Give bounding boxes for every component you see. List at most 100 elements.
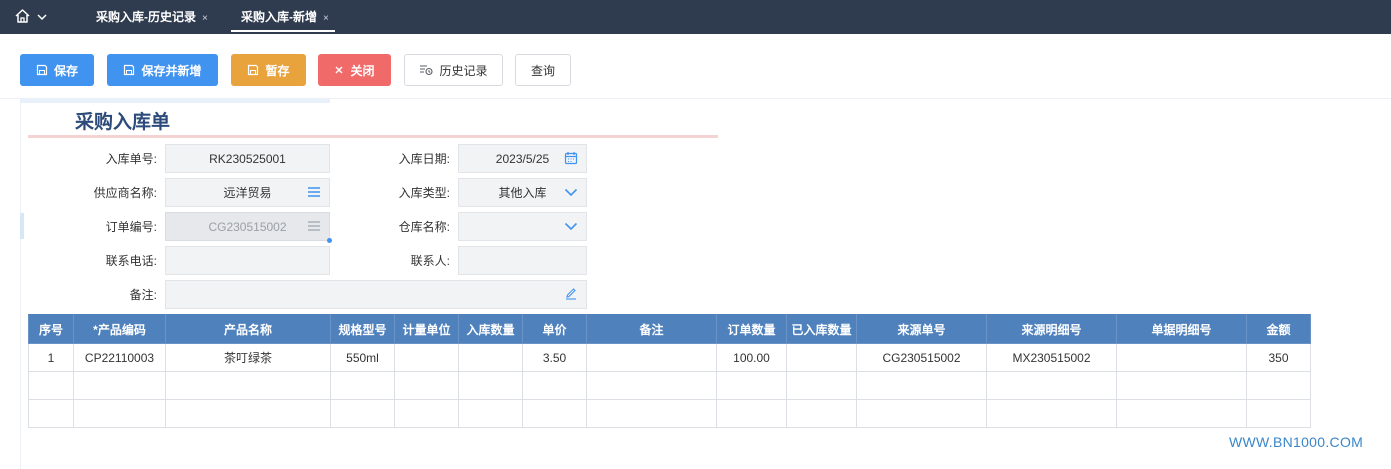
column-header[interactable]: 备注 [586,314,717,344]
table-cell[interactable] [586,371,717,400]
chevron-down-icon[interactable] [564,219,578,236]
warehouse-select[interactable] [458,212,587,241]
order-no-field[interactable]: CG230515002 [165,212,332,243]
table-cell[interactable] [586,399,717,428]
table-cell[interactable]: 1 [28,343,74,372]
table-cell[interactable] [73,399,166,428]
receipt-date-label: 入库日期: [398,152,450,166]
card-top-accent [20,99,330,103]
save-button[interactable]: 保存 [20,54,94,86]
tab-history[interactable]: 采购入库-历史记录 × [96,0,208,34]
column-header[interactable]: 金额 [1246,314,1311,344]
chevron-down-icon [37,10,47,24]
table-cell[interactable] [458,371,523,400]
card-left-border [20,103,21,469]
table-cell[interactable]: 350 [1246,343,1311,372]
table-cell[interactable] [786,399,857,428]
history-button[interactable]: 历史记录 [404,54,503,86]
save-and-new-button[interactable]: 保存并新增 [107,54,218,86]
column-header[interactable]: 来源单号 [856,314,987,344]
tab-label: 采购入库-历史记录 [96,10,196,24]
receipt-date-field[interactable]: 2023/5/25 [458,144,587,173]
table-cell[interactable]: 100.00 [716,343,787,372]
column-header[interactable]: 单价 [522,314,587,344]
table-cell[interactable] [28,371,74,400]
table-cell[interactable] [73,371,166,400]
table-cell[interactable] [330,371,395,400]
chevron-down-icon[interactable] [564,185,578,202]
draft-button[interactable]: 暂存 [231,54,306,86]
query-button[interactable]: 查询 [515,54,571,86]
table-cell[interactable]: 茶叮绿茶 [165,343,331,372]
table-cell[interactable] [986,371,1117,400]
table-cell[interactable] [394,343,459,372]
table-cell[interactable]: CP22110003 [73,343,166,372]
tab-close-icon[interactable]: × [323,13,329,24]
receipt-type-label: 入库类型: [398,186,450,200]
column-header[interactable]: 计量单位 [394,314,459,344]
save-icon [247,64,259,76]
save-and-new-label: 保存并新增 [141,63,202,78]
phone-field[interactable] [165,246,330,275]
table-cell[interactable] [165,371,331,400]
list-icon[interactable] [307,219,321,236]
contact-label: 联系人: [410,254,450,268]
column-header[interactable]: 订单数量 [716,314,787,344]
column-header[interactable]: 已入库数量 [786,314,857,344]
supplier-label: 供应商名称: [93,186,157,200]
table-cell[interactable] [458,343,523,372]
column-header[interactable]: 产品名称 [165,314,331,344]
table-cell[interactable] [458,399,523,428]
table-cell[interactable] [1116,371,1247,400]
table-cell[interactable] [28,399,74,428]
table-cell[interactable]: CG230515002 [856,343,987,372]
table-cell[interactable] [394,399,459,428]
table-cell[interactable]: 550ml [330,343,395,372]
home-menu[interactable] [14,7,58,27]
receipt-date-value: 2023/5/25 [495,151,550,166]
column-header[interactable]: 来源明细号 [986,314,1117,344]
contact-field[interactable] [458,246,587,275]
top-nav-bar: 采购入库-历史记录 × 采购入库-新增 × [0,0,1391,34]
table-cell[interactable] [522,371,587,400]
column-header[interactable]: 入库数量 [458,314,523,344]
table-cell[interactable] [330,399,395,428]
table-cell[interactable] [856,399,987,428]
table-row[interactable] [28,371,1311,400]
table-cell[interactable]: MX230515002 [986,343,1117,372]
table-row[interactable] [28,399,1311,428]
supplier-field[interactable]: 远洋贸易 [165,178,330,207]
calendar-icon[interactable] [564,151,578,168]
table-cell[interactable] [1246,371,1311,400]
table-cell[interactable] [786,371,857,400]
remark-field[interactable] [165,280,587,309]
table-cell[interactable] [586,343,717,372]
table-cell[interactable] [716,371,787,400]
list-icon[interactable] [307,185,321,202]
column-header[interactable]: 单据明细号 [1116,314,1247,344]
table-cell[interactable]: 3.50 [522,343,587,372]
column-header[interactable]: 规格型号 [330,314,395,344]
receipt-type-select[interactable]: 其他入库 [458,178,587,207]
table-cell[interactable] [165,399,331,428]
edit-icon[interactable] [564,287,578,304]
table-cell[interactable] [986,399,1117,428]
warehouse-label: 仓库名称: [398,220,450,234]
receipt-no-field[interactable]: RK230525001 [165,144,330,173]
table-cell[interactable] [1246,399,1311,428]
close-label: 关闭 [350,63,375,78]
tab-close-icon[interactable]: × [202,13,208,24]
table-cell[interactable] [1116,343,1247,372]
column-header[interactable]: *产品编码 [73,314,166,344]
table-cell[interactable] [522,399,587,428]
column-header[interactable]: 序号 [28,314,74,344]
table-row[interactable]: 1 CP22110003 茶叮绿茶 550ml 3.50 100.00 CG23… [28,343,1311,372]
close-button[interactable]: 关闭 [318,54,391,86]
table-cell[interactable] [856,371,987,400]
table-cell[interactable] [716,399,787,428]
tab-new[interactable]: 采购入库-新增 × [231,0,335,34]
save-icon [36,64,48,76]
table-cell[interactable] [786,343,857,372]
table-cell[interactable] [394,371,459,400]
table-cell[interactable] [1116,399,1247,428]
